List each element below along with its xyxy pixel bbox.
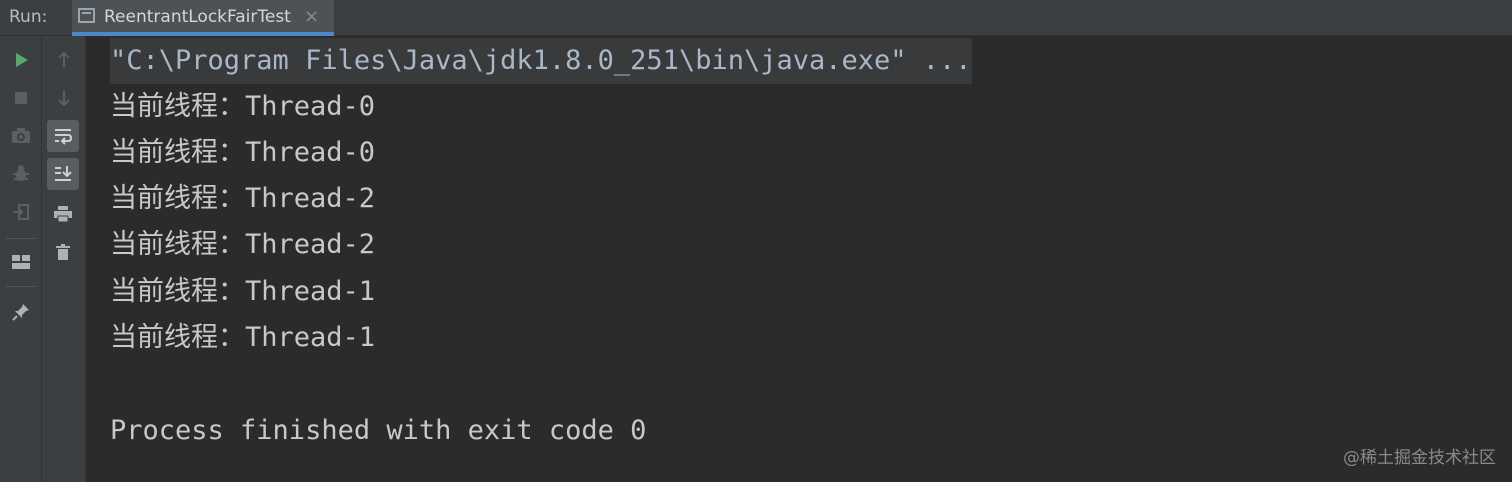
- scroll-to-end-button[interactable]: [47, 158, 79, 190]
- run-tool-window-header: Run: ReentrantLockFairTest ×: [0, 0, 1512, 36]
- next-occurrence-button[interactable]: [48, 82, 80, 114]
- debug-button[interactable]: [5, 158, 37, 190]
- previous-occurrence-button[interactable]: [48, 44, 80, 76]
- layout-icon: [12, 255, 30, 269]
- rerun-button[interactable]: [5, 44, 37, 76]
- tab-title: ReentrantLockFairTest: [104, 7, 291, 27]
- command-line: "C:\Program Files\Java\jdk1.8.0_251\bin\…: [110, 38, 972, 84]
- down-arrow-icon: [58, 91, 70, 107]
- tab-run-configuration[interactable]: ReentrantLockFairTest ×: [72, 0, 334, 36]
- dump-threads-button[interactable]: [5, 120, 37, 152]
- soft-wrap-icon: [55, 129, 73, 145]
- output-line: 当前线程：Thread-1: [110, 276, 376, 307]
- pin-icon: [12, 304, 29, 321]
- toolbar-divider: [6, 286, 36, 287]
- output-line: 当前线程：Thread-2: [110, 183, 376, 214]
- run-label: Run:: [9, 7, 48, 27]
- debug-bug-icon: [13, 165, 29, 181]
- watermark: @稀土掘金技术社区: [1343, 448, 1496, 468]
- restore-layout-button[interactable]: [5, 246, 37, 278]
- exit-icon: [13, 204, 29, 220]
- run-actions-toolbar: [0, 36, 42, 482]
- output-line: 当前线程：Thread-2: [110, 229, 376, 260]
- print-icon: [54, 206, 72, 223]
- close-icon[interactable]: ×: [304, 6, 319, 27]
- exit-button[interactable]: [5, 196, 37, 228]
- exit-message: Process finished with exit code 0: [110, 415, 647, 446]
- toolbar-divider: [6, 238, 36, 239]
- pin-tab-button[interactable]: [5, 296, 37, 328]
- console-actions-toolbar: [42, 36, 86, 482]
- camera-icon: [12, 128, 30, 143]
- run-icon: [16, 53, 28, 67]
- output-line: 当前线程：Thread-0: [110, 91, 376, 122]
- console-window-icon: [78, 8, 95, 23]
- output-line: 当前线程：Thread-0: [110, 137, 376, 168]
- soft-wrap-button[interactable]: [47, 120, 79, 152]
- output-line: 当前线程：Thread-1: [110, 322, 376, 353]
- clear-all-button[interactable]: [47, 236, 79, 268]
- stop-button[interactable]: [5, 82, 37, 114]
- scroll-to-end-icon: [55, 166, 72, 181]
- print-button[interactable]: [47, 198, 79, 230]
- stop-icon: [15, 92, 27, 104]
- up-arrow-icon: [58, 51, 70, 67]
- console-output[interactable]: "C:\Program Files\Java\jdk1.8.0_251\bin\…: [86, 36, 1512, 482]
- trash-icon: [56, 244, 70, 260]
